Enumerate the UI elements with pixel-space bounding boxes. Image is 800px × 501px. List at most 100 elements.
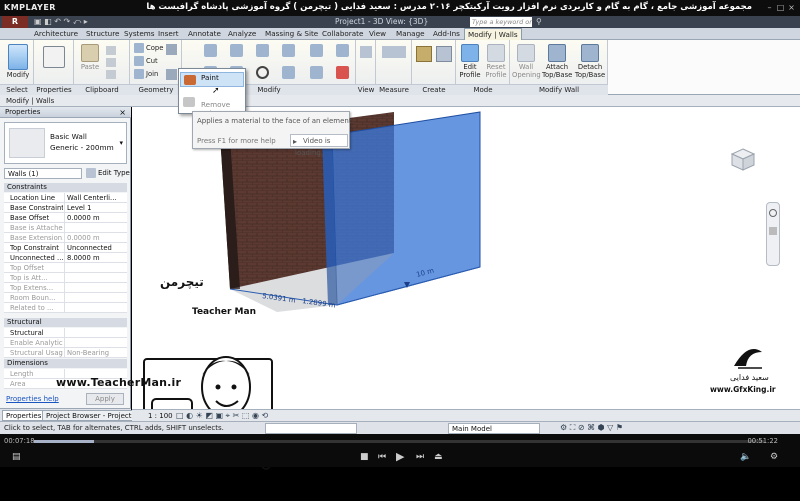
settings-icon[interactable]: ⚙: [770, 452, 778, 462]
property-value[interactable]: [64, 223, 127, 233]
hide-in-view-icon[interactable]: [360, 46, 372, 58]
steering-wheel-icon[interactable]: [769, 209, 777, 217]
stop-icon[interactable]: ■: [360, 452, 369, 462]
property-value[interactable]: [64, 283, 127, 293]
selection-filter-icons[interactable]: ⚙ ⛶ ⊘ ⌘ ⬢ ▽ ⚑: [560, 423, 623, 433]
create-parts-icon[interactable]: [416, 46, 432, 62]
tab-manage[interactable]: Manage: [396, 28, 425, 40]
rotate-icon[interactable]: [256, 66, 269, 79]
navigation-bar[interactable]: [766, 202, 780, 266]
volume-icon[interactable]: 🔈: [740, 452, 751, 462]
tab-systems[interactable]: Systems: [124, 28, 155, 40]
eject-icon[interactable]: ⏏: [434, 452, 443, 462]
quick-access-toolbar[interactable]: ▣ ◧ ↶ ↷ ⤺ ▸: [34, 17, 88, 27]
next-icon[interactable]: ⏭: [416, 452, 424, 462]
property-row[interactable]: Unconnected ... 8.0000 m: [4, 253, 127, 263]
property-value[interactable]: [64, 273, 127, 283]
section-constraints[interactable]: Constraints: [4, 183, 127, 192]
property-value[interactable]: [64, 263, 127, 273]
close-icon[interactable]: ×: [787, 3, 796, 12]
property-value[interactable]: [64, 303, 127, 313]
maximize-icon[interactable]: □: [776, 3, 785, 12]
delete-icon[interactable]: [336, 66, 349, 79]
paste-button[interactable]: Paste: [78, 44, 102, 71]
property-row[interactable]: Base Constraint Level 1: [4, 203, 127, 213]
property-row[interactable]: Top is Att...: [4, 273, 127, 283]
modify-button[interactable]: Modify: [4, 44, 32, 79]
property-value[interactable]: 8.0000 m: [64, 253, 127, 263]
apply-button[interactable]: Apply: [86, 393, 124, 405]
trim-icon[interactable]: [282, 66, 295, 79]
tab-project-browser[interactable]: Project Browser - Project1: [42, 410, 140, 421]
property-value[interactable]: 0.0000 m: [64, 233, 127, 243]
pin-icon[interactable]: [336, 44, 349, 57]
detach-top-base-button[interactable]: Detach Top/Base: [574, 44, 606, 79]
property-value[interactable]: [64, 293, 127, 303]
3d-viewport[interactable]: 5.0391 m 1.2899 m 10 m Teacher Man تیچرم…: [56, 107, 800, 470]
type-selector[interactable]: Basic Wall Generic - 200mm ▾: [4, 122, 127, 164]
align-icon[interactable]: [204, 44, 217, 57]
match-properties-icon[interactable]: [106, 70, 116, 79]
cope-button[interactable]: Cope: [134, 43, 163, 53]
property-row[interactable]: Base Extension... 0.0000 m: [4, 233, 127, 243]
property-row[interactable]: Enable Analytic...: [4, 338, 127, 348]
property-row[interactable]: Top Offset: [4, 263, 127, 273]
tab-modify-walls[interactable]: Modify | Walls: [464, 28, 522, 40]
split-face-icon[interactable]: [166, 44, 177, 55]
type-properties-button[interactable]: [40, 46, 68, 69]
property-value[interactable]: Non-Bearing: [64, 348, 127, 358]
property-row[interactable]: Related to ...: [4, 303, 127, 313]
application-menu-button[interactable]: R: [2, 16, 28, 28]
property-value[interactable]: Unconnected: [64, 243, 127, 253]
seek-bar[interactable]: [34, 440, 764, 443]
property-row[interactable]: Location Line Wall Centerli...: [4, 193, 127, 203]
tab-analyze[interactable]: Analyze: [228, 28, 256, 40]
previous-icon[interactable]: ⏮: [378, 452, 386, 462]
edit-profile-button[interactable]: Edit Profile: [458, 44, 482, 79]
property-row[interactable]: Structural: [4, 328, 127, 338]
instance-filter-select[interactable]: Walls (1): [4, 168, 82, 179]
property-row[interactable]: Structural Usage Non-Bearing: [4, 348, 127, 358]
join-button[interactable]: Join: [134, 69, 158, 79]
property-row[interactable]: Base is Attached: [4, 223, 127, 233]
copy-element-icon[interactable]: [282, 44, 295, 57]
tab-massing-site[interactable]: Massing & Site: [265, 28, 318, 40]
property-row[interactable]: Room Boun...: [4, 293, 127, 303]
tab-view[interactable]: View: [369, 28, 386, 40]
select-group-label[interactable]: Select: [0, 84, 34, 95]
property-value[interactable]: Level 1: [64, 203, 127, 213]
zoom-icon[interactable]: [769, 227, 777, 235]
property-value[interactable]: 0.0000 m: [64, 213, 127, 223]
tab-annotate[interactable]: Annotate: [188, 28, 221, 40]
design-option-select[interactable]: Main Model: [448, 423, 540, 434]
open-icon[interactable]: ▤: [12, 452, 21, 462]
view-scale[interactable]: 1 : 100: [148, 412, 173, 420]
binoculars-icon[interactable]: ⚲: [536, 17, 542, 26]
tab-architecture[interactable]: Architecture: [34, 28, 78, 40]
wall-opening-button[interactable]: Wall Opening: [512, 44, 541, 79]
viewcube[interactable]: [730, 147, 756, 171]
tab-properties[interactable]: Properties: [2, 410, 46, 421]
attach-top-base-button[interactable]: Attach Top/Base: [542, 44, 572, 79]
property-row[interactable]: Base Offset 0.0000 m: [4, 213, 127, 223]
array-icon[interactable]: [310, 66, 323, 79]
measure-icon[interactable]: [382, 46, 406, 58]
reset-profile-button[interactable]: Reset Profile: [484, 44, 508, 79]
chevron-down-icon[interactable]: ▾: [119, 139, 123, 147]
section-dimensions[interactable]: Dimensions: [4, 359, 127, 368]
view-controls-icons[interactable]: □ ◐ ☀ ◩ ▣ ⌖ ✂ ⬚ ◉ ⟲: [176, 411, 268, 421]
move-icon[interactable]: [256, 44, 269, 57]
close-icon[interactable]: ×: [119, 108, 126, 117]
section-structural[interactable]: Structural: [4, 318, 127, 327]
copy-icon[interactable]: [106, 46, 116, 55]
wall-joins-icon[interactable]: [166, 69, 177, 80]
minimize-icon[interactable]: –: [765, 3, 774, 12]
property-row[interactable]: Top Extens...: [4, 283, 127, 293]
properties-help-link[interactable]: Properties help: [6, 395, 59, 403]
search-input[interactable]: Type a keyword or phrase: [470, 17, 532, 36]
tab-collaborate[interactable]: Collaborate: [322, 28, 363, 40]
edit-type-button[interactable]: Edit Type: [86, 168, 130, 179]
cut-geometry-button[interactable]: Cut: [134, 56, 158, 66]
property-value[interactable]: [64, 338, 127, 348]
tab-structure[interactable]: Structure: [86, 28, 119, 40]
